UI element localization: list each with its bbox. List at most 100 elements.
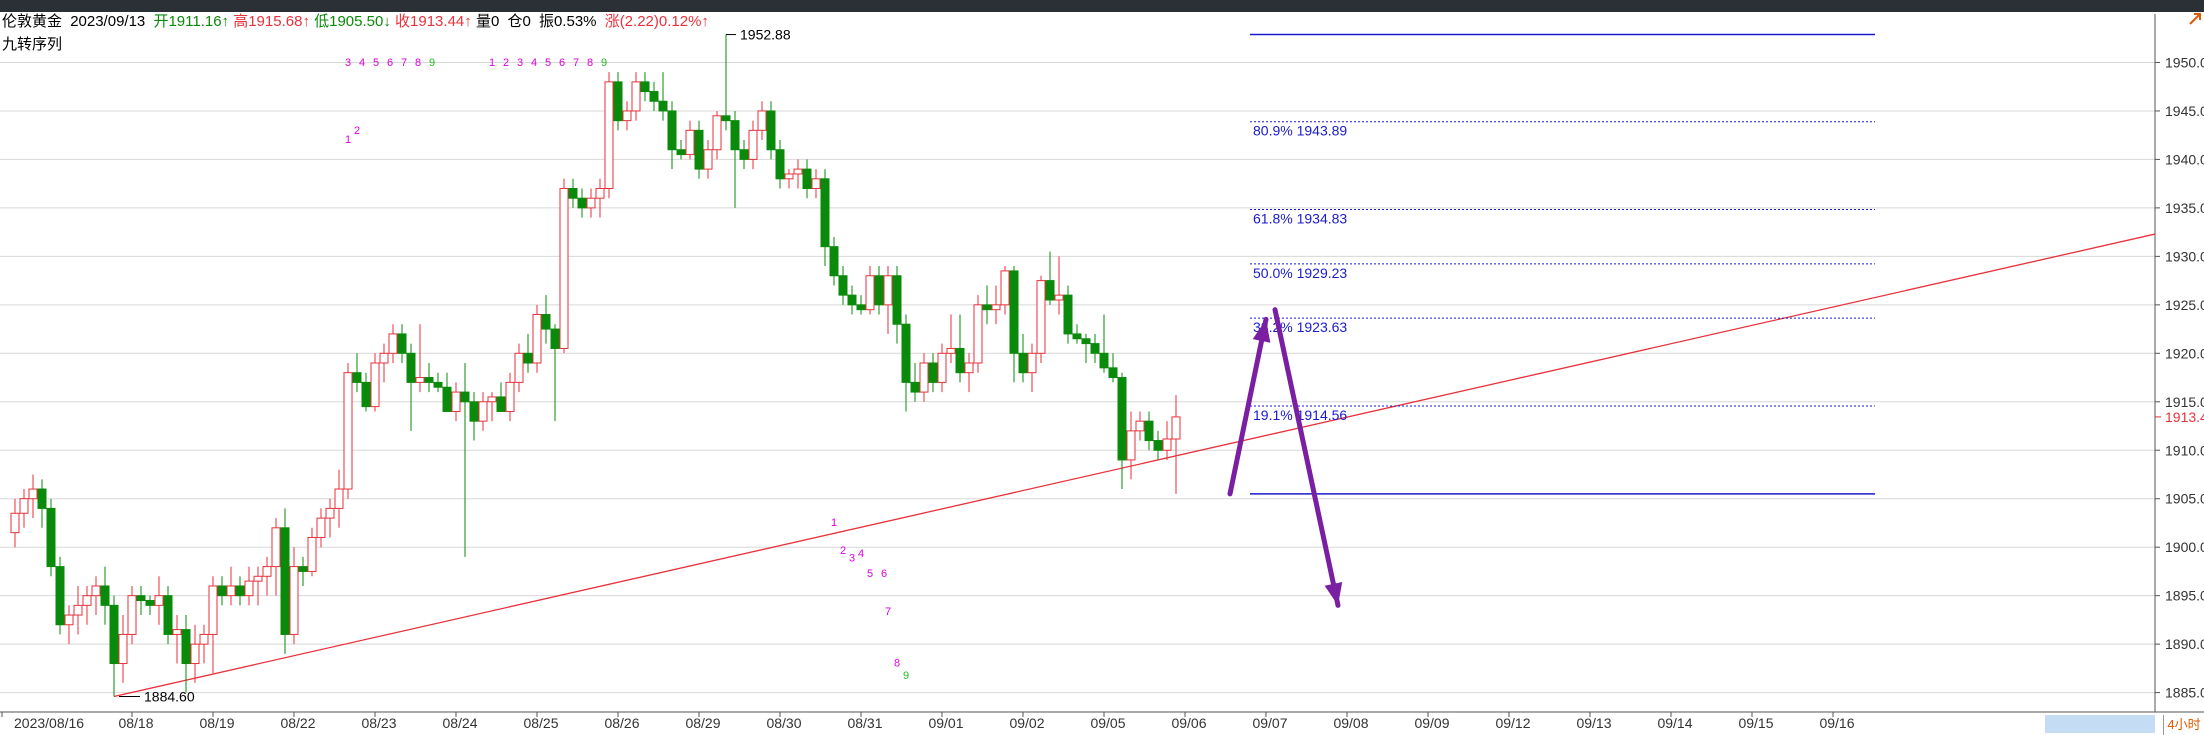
candle-body [1117, 377, 1127, 461]
candle-body [631, 81, 641, 112]
x-tick-label: 08/18 [118, 715, 153, 731]
candle-body [1099, 352, 1109, 369]
candle-body [226, 585, 236, 597]
x-tick-label: 08/24 [442, 715, 477, 731]
candle-body [577, 197, 587, 209]
x-tick-label: 2023/08/16 [14, 715, 84, 731]
nine-sequence-number: 9 [601, 57, 607, 69]
chart-settings-icon[interactable] [2188, 12, 2202, 26]
candle-body [622, 110, 632, 122]
candle-body [766, 110, 776, 151]
x-tick-label: 08/22 [280, 715, 315, 731]
future-date-highlight [2045, 715, 2155, 733]
candle-body [10, 512, 20, 534]
candle-body [964, 362, 974, 374]
candle-body [496, 396, 506, 412]
candle-body [352, 372, 362, 383]
x-tick-label: 09/02 [1009, 715, 1044, 731]
current-price-label: 1913.44 [2165, 409, 2204, 425]
x-tick-label: 08/31 [847, 715, 882, 731]
open-value: 开1911.16↑ [153, 13, 230, 30]
candle-body [217, 585, 227, 597]
nine-sequence-number: 9 [429, 57, 435, 69]
candle-body [1018, 352, 1028, 374]
candle-body [568, 188, 578, 199]
candle-body [838, 275, 848, 296]
candle-body [37, 488, 47, 509]
candle-body [1153, 440, 1163, 451]
nine-sequence-number: 5 [867, 568, 873, 580]
chart-window: 1885.00 1890.00 1895.00 1900.00 1905.00 1910.… [0, 0, 2204, 735]
candle-body [775, 149, 785, 180]
candle-body [379, 352, 389, 364]
candle-body [406, 352, 416, 383]
candle-body [1054, 294, 1064, 301]
candle-body [361, 381, 371, 408]
nine-sequence-number: 4 [531, 57, 537, 69]
candle-body [640, 81, 650, 93]
candle-body [334, 488, 344, 509]
candle-body [1063, 294, 1073, 335]
candlestick-chart[interactable]: 1885.00 1890.00 1895.00 1900.00 1905.00 1910.… [0, 0, 2204, 735]
candle-body [559, 188, 569, 349]
nine-sequence-number: 1 [831, 517, 837, 529]
candle-body [721, 115, 731, 122]
y-tick-label: 1940.00 [2165, 151, 2204, 167]
candle-body [136, 595, 146, 602]
y-tick-label: 1945.00 [2165, 103, 2204, 119]
candle-body [514, 352, 524, 383]
candle-body [1072, 333, 1082, 340]
candle-body [1090, 343, 1100, 354]
candle-body [730, 120, 740, 151]
x-tick-label: 08/29 [685, 715, 720, 731]
candle-body [82, 595, 92, 606]
fib-level-label: 80.9% 1943.89 [1253, 123, 1347, 139]
x-tick-label: 08/23 [361, 715, 396, 731]
timeframe-button[interactable]: 4小时 [2163, 715, 2204, 735]
candle-body [163, 595, 173, 635]
candle-body [280, 527, 290, 635]
x-tick-label: 09/06 [1171, 715, 1206, 731]
candle-body [613, 81, 623, 122]
candle-body [253, 575, 263, 582]
candle-body [316, 517, 326, 538]
candle-body [271, 527, 281, 568]
candle-body [1000, 270, 1010, 306]
x-tick-label: 09/09 [1414, 715, 1449, 731]
candle-body [433, 381, 443, 388]
nine-sequence-number: 8 [415, 57, 421, 69]
y-tick-label: 1885.00 [2165, 685, 2204, 701]
change-value: 涨(2.22)0.12%↑ [604, 13, 709, 30]
nine-sequence-number: 6 [559, 57, 565, 69]
close-value: 收1913.44↑ [395, 13, 472, 30]
candle-body [910, 381, 920, 393]
high-price-label: 1952.88 [740, 27, 791, 43]
candle-body [919, 362, 929, 393]
candle-body [901, 323, 911, 383]
candle-body [469, 401, 479, 422]
low-value: 低1905.50↓ [314, 13, 391, 30]
candle-body [451, 391, 461, 412]
candle-body [1144, 420, 1154, 442]
y-tick-label: 1950.00 [2165, 54, 2204, 70]
candle-body [28, 488, 38, 500]
candle-body [748, 129, 758, 160]
candle-body [388, 333, 398, 354]
nine-sequence-number: 3 [345, 57, 351, 69]
nine-sequence-number: 4 [858, 548, 864, 560]
candle-body [487, 396, 497, 403]
candle-body [478, 401, 488, 422]
y-tick-label: 1890.00 [2165, 636, 2204, 652]
fib-level-label: 50.0% 1929.23 [1253, 265, 1347, 281]
high-value: 高1915.68↑ [233, 13, 310, 30]
y-tick-label: 1910.00 [2165, 442, 2204, 458]
volume-value: 量0 [475, 13, 500, 30]
candle-body [1027, 352, 1037, 374]
candle-body [73, 604, 83, 616]
candle-body [955, 347, 965, 374]
candle-body [307, 537, 317, 572]
quote-header: 伦敦黄金 2023/09/13 开1911.16↑ 高1915.68↑ 低190… [2, 12, 709, 32]
candle-body [1009, 270, 1019, 354]
x-tick-label: 09/14 [1657, 715, 1692, 731]
x-tick-label: 09/12 [1495, 715, 1530, 731]
